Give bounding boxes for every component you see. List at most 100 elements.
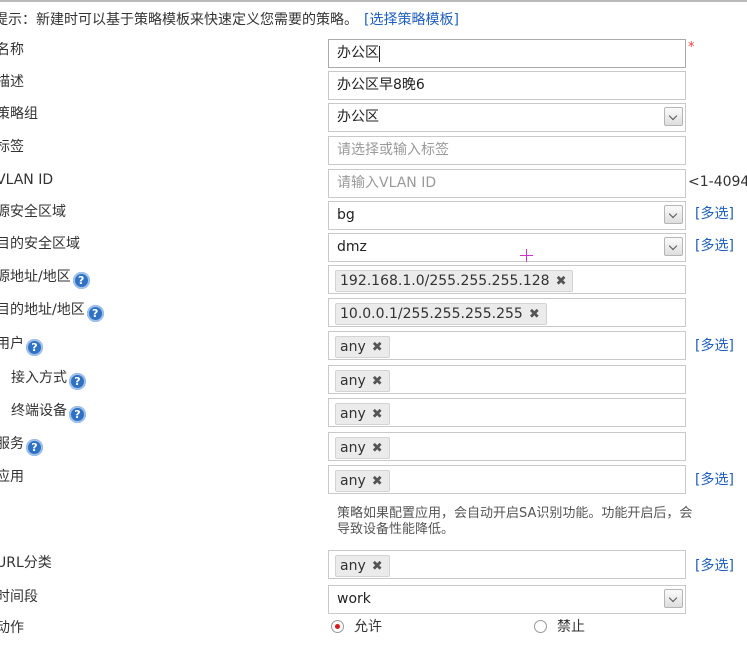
tag-input[interactable]: 请选择或输入标签	[328, 136, 686, 165]
label-dst-addr-text: 目的地址/地区	[0, 302, 85, 318]
label-group: 策略组	[0, 106, 38, 122]
dst-addr-input[interactable]: 10.0.0.1/255.255.255.255 ✖	[328, 298, 686, 327]
name-input[interactable]: 办公区	[328, 39, 686, 68]
dst-addr-tag: 10.0.0.1/255.255.255.255 ✖	[335, 303, 547, 325]
label-user-text: 用户	[0, 336, 24, 352]
label-dst-zone: 目的安全区域	[0, 236, 80, 252]
action-deny-label: 禁止	[557, 619, 585, 635]
label-time: 时间段	[0, 589, 38, 605]
dst-zone-value: dmz	[337, 239, 367, 255]
remove-tag-icon[interactable]: ✖	[372, 340, 383, 355]
help-icon[interactable]: ?	[86, 305, 104, 322]
help-icon[interactable]: ?	[69, 373, 86, 390]
remove-tag-icon[interactable]: ✖	[372, 559, 383, 574]
src-zone-select[interactable]: bg	[328, 201, 686, 230]
time-value: work	[337, 591, 371, 607]
label-name: 名称	[0, 42, 24, 58]
label-src-zone: 源安全区域	[0, 204, 66, 220]
label-access: 接入方式?	[11, 368, 86, 390]
time-select[interactable]: work	[328, 585, 686, 614]
user-multi-select-link[interactable]: [多选]	[695, 335, 734, 355]
action-allow-radio[interactable]: 允许	[331, 617, 382, 637]
app-tag-label: any	[340, 473, 366, 489]
user-tag-label: any	[340, 339, 366, 355]
access-input[interactable]: any ✖	[328, 365, 686, 394]
src-addr-tag-label: 192.168.1.0/255.255.255.128	[340, 273, 550, 289]
app-note: 策略如果配置应用，会自动开启SA识别功能。功能开启后，会导致设备性能降低。	[337, 506, 693, 537]
url-input[interactable]: any ✖	[328, 550, 686, 579]
name-value: 办公区	[337, 45, 379, 61]
desc-input[interactable]: 办公区早8晚6	[328, 71, 686, 100]
remove-tag-icon[interactable]: ✖	[372, 474, 383, 489]
remove-tag-icon[interactable]: ✖	[529, 307, 540, 322]
remove-tag-icon[interactable]: ✖	[372, 374, 383, 389]
app-multi-select-link[interactable]: [多选]	[695, 469, 734, 489]
label-src-addr-text: 源地址/地区	[0, 269, 71, 285]
top-border	[0, 0, 747, 2]
template-hint: 提示：新建时可以基于策略模板来快速定义您需要的策略。 [选择策略模板]	[0, 9, 459, 29]
label-url: URL分类	[0, 555, 52, 571]
terminal-tag: any ✖	[335, 403, 390, 425]
service-input[interactable]: any ✖	[328, 432, 686, 461]
remove-tag-icon[interactable]: ✖	[556, 274, 567, 289]
user-tag: any ✖	[335, 336, 390, 358]
radio-icon	[534, 620, 547, 633]
vlan-placeholder: 请输入VLAN ID	[337, 175, 437, 191]
src-zone-value: bg	[337, 207, 355, 223]
dropdown-arrow-icon[interactable]	[664, 237, 683, 256]
label-desc: 描述	[0, 74, 24, 90]
help-icon[interactable]: ?	[26, 339, 43, 356]
label-service: 服务?	[0, 434, 43, 456]
user-input[interactable]: any ✖	[328, 331, 686, 360]
app-input[interactable]: any ✖	[328, 465, 686, 494]
vlan-input[interactable]: 请输入VLAN ID	[328, 169, 686, 198]
help-icon[interactable]: ?	[69, 406, 86, 423]
service-tag: any ✖	[335, 437, 390, 459]
dropdown-arrow-icon[interactable]	[664, 107, 683, 126]
label-terminal: 终端设备?	[11, 401, 86, 423]
remove-tag-icon[interactable]: ✖	[372, 441, 383, 456]
dst-zone-multi-select-link[interactable]: [多选]	[695, 235, 734, 255]
tag-placeholder: 请选择或输入标签	[337, 142, 449, 158]
desc-value: 办公区早8晚6	[337, 77, 425, 93]
access-tag: any ✖	[335, 370, 390, 392]
help-icon[interactable]: ?	[26, 439, 43, 456]
group-select[interactable]: 办公区	[328, 103, 686, 132]
url-tag: any ✖	[335, 555, 390, 577]
action-deny-radio[interactable]: 禁止	[534, 617, 585, 637]
dst-addr-tag-label: 10.0.0.1/255.255.255.255	[340, 306, 523, 322]
label-src-addr: 源地址/地区?	[0, 267, 90, 289]
group-value: 办公区	[337, 109, 379, 125]
radio-icon	[331, 620, 344, 633]
label-access-text: 接入方式	[11, 370, 67, 386]
service-tag-label: any	[340, 440, 366, 456]
label-terminal-text: 终端设备	[11, 403, 67, 419]
src-zone-multi-select-link[interactable]: [多选]	[695, 203, 734, 223]
label-user: 用户?	[0, 334, 43, 356]
action-allow-label: 允许	[354, 619, 382, 635]
url-tag-label: any	[340, 558, 366, 574]
help-icon[interactable]: ?	[72, 272, 90, 289]
label-dst-addr: 目的地址/地区?	[0, 300, 104, 322]
crosshair-cursor-icon	[520, 249, 533, 262]
select-template-link[interactable]: [选择策略模板]	[364, 12, 459, 28]
app-tag: any ✖	[335, 470, 390, 492]
text-caret	[379, 46, 380, 62]
label-vlan: VLAN ID	[0, 172, 54, 188]
label-action: 动作	[0, 620, 24, 636]
label-app: 应用	[0, 469, 24, 485]
src-addr-input[interactable]: 192.168.1.0/255.255.255.128 ✖	[328, 265, 686, 294]
src-addr-tag: 192.168.1.0/255.255.255.128 ✖	[335, 270, 574, 292]
access-tag-label: any	[340, 373, 366, 389]
label-service-text: 服务	[0, 436, 24, 452]
terminal-input[interactable]: any ✖	[328, 398, 686, 427]
hint-text: 提示：新建时可以基于策略模板来快速定义您需要的策略。	[0, 12, 358, 28]
url-multi-select-link[interactable]: [多选]	[695, 555, 734, 575]
vlan-range-hint: <1-4094>	[688, 174, 747, 190]
terminal-tag-label: any	[340, 406, 366, 422]
dst-zone-select[interactable]: dmz	[328, 233, 686, 262]
dropdown-arrow-icon[interactable]	[664, 205, 683, 224]
label-tag: 标签	[0, 139, 24, 155]
dropdown-arrow-icon[interactable]	[664, 589, 683, 608]
remove-tag-icon[interactable]: ✖	[372, 407, 383, 422]
